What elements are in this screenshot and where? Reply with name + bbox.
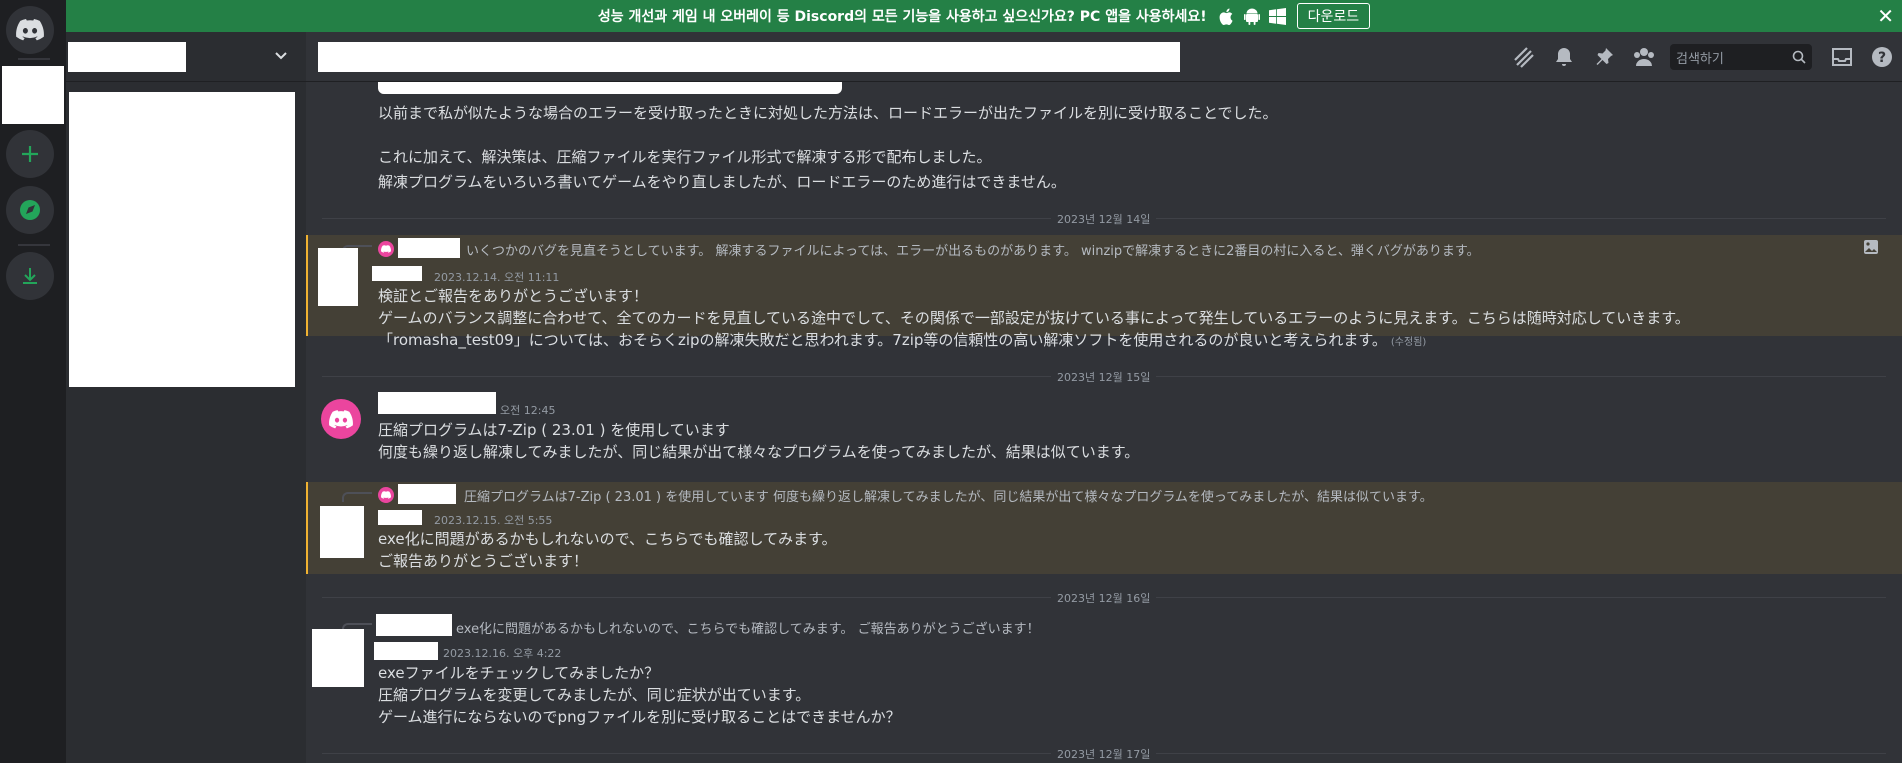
message-line: 圧縮プログラムは7-Zip ( 23.01 ) を使用しています (378, 421, 730, 439)
download-button[interactable]: 다운로드 (1296, 3, 1371, 29)
message-line: ご報告ありがとうございます！ (378, 552, 589, 570)
message-timestamp: 2023.12.14. 오전 11:11 (434, 271, 560, 284)
message-line: ゲームのバランス調整に合わせて、全てのカードを見直している途中でして、その関係で… (378, 309, 1690, 327)
reply-author[interactable] (398, 238, 460, 258)
author-avatar[interactable] (321, 399, 361, 439)
reply-avatar (378, 241, 394, 257)
chevron-down-icon[interactable] (274, 51, 288, 61)
android-icon[interactable] (1243, 7, 1261, 25)
date-label: 2023년 12월 15일 (1051, 369, 1157, 385)
help-icon: ? (1872, 47, 1892, 67)
close-icon[interactable]: ✕ (1877, 4, 1894, 28)
server-icon[interactable] (2, 66, 64, 124)
message-timestamp: 오전 12:45 (500, 404, 556, 417)
attachment-embed[interactable] (378, 82, 842, 94)
server-header[interactable] (66, 32, 306, 82)
reply-preview[interactable]: いくつかのバグを見直そうとしています。 解凍するファイルによっては、エラーが出る… (466, 240, 1480, 259)
svg-text:?: ? (1878, 50, 1886, 66)
reply-author[interactable] (398, 484, 456, 504)
threads-button[interactable] (1504, 32, 1544, 82)
edited-label: (수정됨) (1390, 337, 1427, 348)
message-line: exe化に問題があるかもしれないので、こちらでも確認してみます。 (378, 530, 837, 548)
message-line: 圧縮プログラムを変更してみましたが、同じ症状が出ています。 (378, 686, 811, 704)
server-list (0, 0, 66, 763)
discord-logo-icon (381, 491, 391, 499)
channel-name (318, 42, 1180, 72)
date-label: 2023년 12월 16일 (1051, 590, 1157, 606)
reply-connector (342, 492, 372, 502)
inbox-icon (1832, 48, 1852, 66)
windows-icon[interactable] (1269, 7, 1287, 25)
help-button[interactable]: ? (1862, 32, 1902, 82)
message-timestamp: 2023.12.15. 오전 5:55 (434, 514, 553, 527)
discord-logo-icon (16, 19, 44, 41)
author-avatar[interactable] (312, 629, 364, 687)
date-label: 2023년 12월 17일 (1051, 746, 1157, 762)
search-icon (1792, 50, 1806, 64)
inbox-button[interactable] (1822, 32, 1862, 82)
reply-avatar (378, 487, 394, 503)
reply-preview[interactable]: 圧縮プログラムは7-Zip ( 23.01 ) を使用しています 何度も繰り返し… (464, 486, 1433, 505)
message-text: 「romasha_test09」については、おそらくzipの解凍失敗だと思われま… (378, 331, 1387, 349)
guild-separator (18, 244, 50, 246)
notifications-button[interactable] (1544, 32, 1584, 82)
pinned-button[interactable] (1584, 32, 1624, 82)
message-list: 以前まで私が似たような場合のエラーを受け取ったときに対処した方法は、ロードエラー… (306, 82, 1902, 763)
plus-icon (22, 146, 38, 162)
message-line: 解凍プログラムをいろいろ書いてゲームをやり直しましたが、ロードエラーのため進行は… (378, 173, 1066, 191)
date-label: 2023년 12월 14일 (1051, 211, 1157, 227)
bell-icon (1556, 48, 1572, 66)
search-input[interactable]: 검색하기 (1670, 44, 1812, 70)
discord-home-button[interactable] (6, 6, 54, 54)
reply-preview[interactable]: exe化に問題があるかもしれないので、こちらでも確認してみます。 ご報告ありがと… (456, 618, 1040, 637)
guild-separator (18, 58, 50, 60)
threads-icon (1514, 47, 1534, 68)
compass-icon (20, 200, 40, 220)
apple-icon[interactable] (1217, 7, 1235, 25)
desktop-app-banner: 성능 개선과 게임 내 오버레이 등 Discord의 모든 기능을 사용하고 … (66, 0, 1902, 32)
explore-servers-button[interactable] (6, 186, 54, 234)
member-list-button[interactable] (1624, 32, 1664, 82)
download-apps-button[interactable] (6, 252, 54, 300)
message-line: 「romasha_test09」については、おそらくzipの解凍失敗だと思われま… (378, 329, 1426, 350)
banner-text: 성능 개선과 게임 내 오버레이 등 Discord의 모든 기능을 사용하고 … (597, 9, 1207, 25)
author-name[interactable] (378, 392, 496, 414)
image-icon (1864, 240, 1878, 254)
message-line: これに加えて、解決策は、圧縮ファイルを実行ファイル形式で解凍する形で配布しました… (378, 148, 992, 166)
author-name[interactable] (374, 642, 438, 660)
discord-logo-icon (329, 409, 353, 428)
members-icon (1634, 48, 1654, 66)
author-name[interactable] (372, 266, 422, 281)
author-avatar[interactable] (320, 506, 364, 558)
channel-header: 검색하기 ? (306, 32, 1902, 82)
channel-sidebar (66, 32, 306, 763)
message-line: ゲーム進行にならないのでpngファイルを別に受け取ることはできませんか？ (378, 708, 901, 726)
discord-logo-icon (381, 245, 391, 253)
reply-author[interactable] (376, 614, 452, 636)
message-timestamp: 2023.12.16. 오후 4:22 (443, 647, 562, 660)
search-placeholder: 검색하기 (1676, 51, 1724, 67)
server-name (68, 42, 186, 72)
download-icon (23, 268, 37, 284)
author-name[interactable] (378, 510, 422, 525)
channel-list[interactable] (69, 92, 295, 387)
message-line: 何度も繰り返し解凍してみましたが、同じ結果が出て様々なプログラムを使ってみました… (378, 443, 1140, 461)
pin-icon (1596, 48, 1613, 65)
message-line: 検証とご報告をありがとうございます！ (378, 287, 649, 305)
author-avatar[interactable] (318, 248, 358, 306)
message-line: exeファイルをチェックしてみましたか？ (378, 664, 660, 682)
add-server-button[interactable] (6, 130, 54, 178)
message-line: 以前まで私が似たような場合のエラーを受け取ったときに対処した方法は、ロードエラー… (378, 104, 1278, 122)
